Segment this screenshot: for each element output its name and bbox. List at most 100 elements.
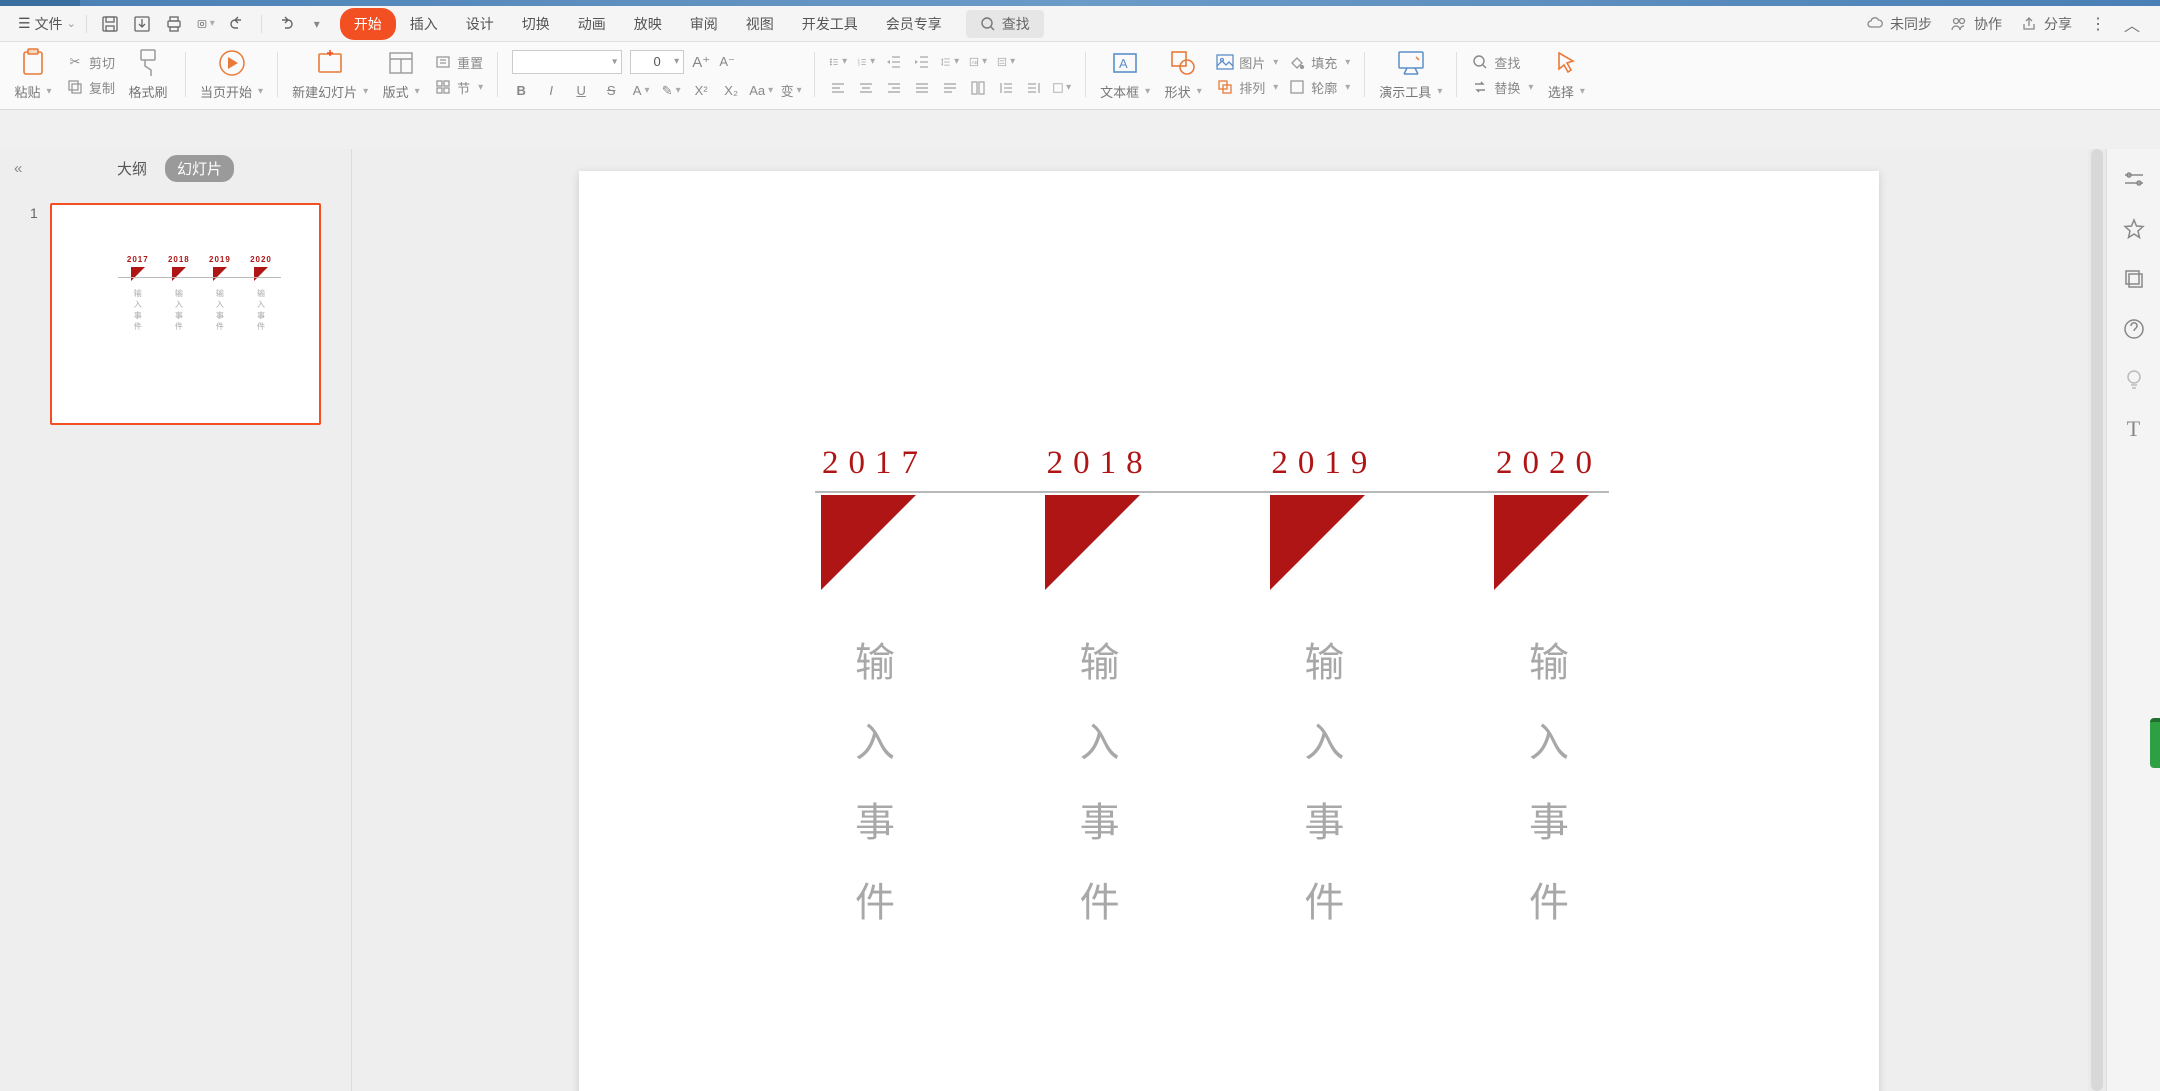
bullets-icon[interactable]: [829, 53, 847, 71]
thumbnail-list[interactable]: 1 2017输入事件 2018输入事件 2019输入事件 2020输入事件: [0, 187, 351, 1091]
highlight-icon[interactable]: ✎: [662, 82, 680, 100]
char: 件: [1529, 870, 1569, 928]
cut-button[interactable]: ✂ 剪切: [66, 53, 115, 72]
slide-canvas[interactable]: 2017 输 入 事 件 2018 输: [579, 171, 1879, 1091]
outline-tab[interactable]: 大纲: [117, 158, 147, 179]
sync-status[interactable]: 未同步: [1866, 14, 1932, 34]
timeline-item-2018[interactable]: 2018 输 入 事 件: [1040, 445, 1160, 928]
save-icon[interactable]: [101, 15, 119, 33]
select-button[interactable]: 选择: [1543, 48, 1589, 101]
more-menu[interactable]: ⋮: [2090, 14, 2106, 34]
text-direction-icon[interactable]: AB: [969, 53, 987, 71]
vertical-scrollbar[interactable]: [2088, 149, 2106, 1091]
search-box[interactable]: 查找: [966, 10, 1044, 38]
section-button[interactable]: 节: [434, 78, 483, 97]
textbox-button[interactable]: A 文本框: [1100, 48, 1150, 101]
arrange-button[interactable]: 排列: [1216, 78, 1278, 97]
tab-slideshow[interactable]: 放映: [620, 8, 676, 40]
increase-indent-icon[interactable]: [913, 53, 931, 71]
canvas-area[interactable]: 2017 输 入 事 件 2018 输: [352, 149, 2106, 1091]
italic-icon[interactable]: I: [542, 82, 560, 100]
timeline-item-2017[interactable]: 2017 输 入 事 件: [815, 445, 935, 928]
outline-button[interactable]: 轮廓: [1288, 78, 1350, 97]
tab-view[interactable]: 视图: [732, 8, 788, 40]
find-button[interactable]: 查找: [1471, 53, 1533, 72]
paragraph-more-icon[interactable]: [1053, 79, 1071, 97]
edge-feedback-tab[interactable]: [2150, 718, 2160, 768]
present-tools-button[interactable]: 演示工具: [1379, 48, 1442, 101]
collapse-ribbon-icon[interactable]: ︿: [2124, 12, 2140, 36]
event-text[interactable]: 输 入 事 件: [855, 630, 895, 928]
undo-icon[interactable]: [229, 15, 247, 33]
timeline-item-2019[interactable]: 2019 输 入 事 件: [1264, 445, 1384, 928]
format-painter-button[interactable]: 格式刷: [125, 48, 171, 101]
char: 事: [1304, 790, 1344, 848]
line-spacing-icon[interactable]: [941, 53, 959, 71]
layers-icon[interactable]: [2122, 267, 2146, 291]
columns-icon[interactable]: [969, 79, 987, 97]
copy-button[interactable]: 复制: [66, 78, 115, 97]
redo-icon[interactable]: [276, 15, 294, 33]
numbering-icon[interactable]: 123: [857, 53, 875, 71]
tab-insert[interactable]: 插入: [396, 8, 452, 40]
bold-icon[interactable]: B: [512, 82, 530, 100]
align-vertical-icon[interactable]: [997, 53, 1015, 71]
tab-design[interactable]: 设计: [452, 8, 508, 40]
tab-review[interactable]: 审阅: [676, 8, 732, 40]
tab-transitions[interactable]: 切换: [508, 8, 564, 40]
file-menu[interactable]: ☰ 文件 ⌄: [8, 10, 86, 38]
align-center-icon[interactable]: [857, 79, 875, 97]
indent-left-icon[interactable]: [997, 79, 1015, 97]
tab-member[interactable]: 会员专享: [872, 8, 956, 40]
collapse-panel-icon[interactable]: «: [14, 160, 22, 177]
help-icon[interactable]: [2122, 317, 2146, 341]
timeline-item-2020[interactable]: 2020 输 入 事 件: [1489, 445, 1609, 928]
slide-thumbnail-1[interactable]: 2017输入事件 2018输入事件 2019输入事件 2020输入事件: [50, 203, 321, 425]
year-label: 2018: [1047, 445, 1153, 482]
indent-right-icon[interactable]: [1025, 79, 1043, 97]
distribute-icon[interactable]: [941, 79, 959, 97]
share-button[interactable]: 分享: [2020, 14, 2072, 34]
superscript-icon[interactable]: X²: [692, 82, 710, 100]
customize-qat-icon[interactable]: ▾: [308, 15, 326, 33]
layout-button[interactable]: 版式: [378, 48, 424, 101]
picture-button[interactable]: 图片: [1216, 53, 1278, 72]
text-icon[interactable]: T: [2122, 417, 2146, 441]
event-text[interactable]: 输 入 事 件: [1080, 630, 1120, 928]
strikethrough-icon[interactable]: S: [602, 82, 620, 100]
event-text[interactable]: 输 入 事 件: [1529, 630, 1569, 928]
reset-button[interactable]: 重置: [434, 53, 483, 72]
fill-button[interactable]: 填充: [1288, 53, 1350, 72]
bulb-icon[interactable]: [2122, 367, 2146, 391]
star-icon[interactable]: [2122, 217, 2146, 241]
slides-tab[interactable]: 幻灯片: [165, 155, 234, 182]
font-name-select[interactable]: ▾: [512, 50, 622, 74]
save-as-icon[interactable]: [133, 15, 151, 33]
underline-icon[interactable]: U: [572, 82, 590, 100]
font-size-select[interactable]: 0 ▾: [630, 50, 684, 74]
align-right-icon[interactable]: [885, 79, 903, 97]
tab-home[interactable]: 开始: [340, 8, 396, 40]
print-preview-icon[interactable]: [197, 15, 215, 33]
shape-button[interactable]: 形状: [1160, 48, 1206, 101]
settings-toggle-icon[interactable]: [2122, 167, 2146, 191]
decrease-font-icon[interactable]: A⁻: [718, 53, 736, 71]
from-current-button[interactable]: 当页开始: [200, 48, 263, 101]
tab-developer[interactable]: 开发工具: [788, 8, 872, 40]
decrease-indent-icon[interactable]: [885, 53, 903, 71]
new-slide-button[interactable]: 新建幻灯片: [292, 48, 368, 101]
clear-format-icon[interactable]: 变: [782, 82, 800, 100]
event-text[interactable]: 输 入 事 件: [1304, 630, 1344, 928]
collab-button[interactable]: 协作: [1950, 14, 2002, 34]
paste-button[interactable]: 粘贴: [10, 48, 56, 101]
scrollbar-thumb[interactable]: [2091, 149, 2103, 1091]
align-left-icon[interactable]: [829, 79, 847, 97]
align-justify-icon[interactable]: [913, 79, 931, 97]
increase-font-icon[interactable]: A⁺: [692, 53, 710, 71]
print-icon[interactable]: [165, 15, 183, 33]
font-color-icon[interactable]: A: [632, 82, 650, 100]
replace-button[interactable]: 替换: [1471, 78, 1533, 97]
subscript-icon[interactable]: X₂: [722, 82, 740, 100]
change-case-icon[interactable]: Aa: [752, 82, 770, 100]
tab-animations[interactable]: 动画: [564, 8, 620, 40]
